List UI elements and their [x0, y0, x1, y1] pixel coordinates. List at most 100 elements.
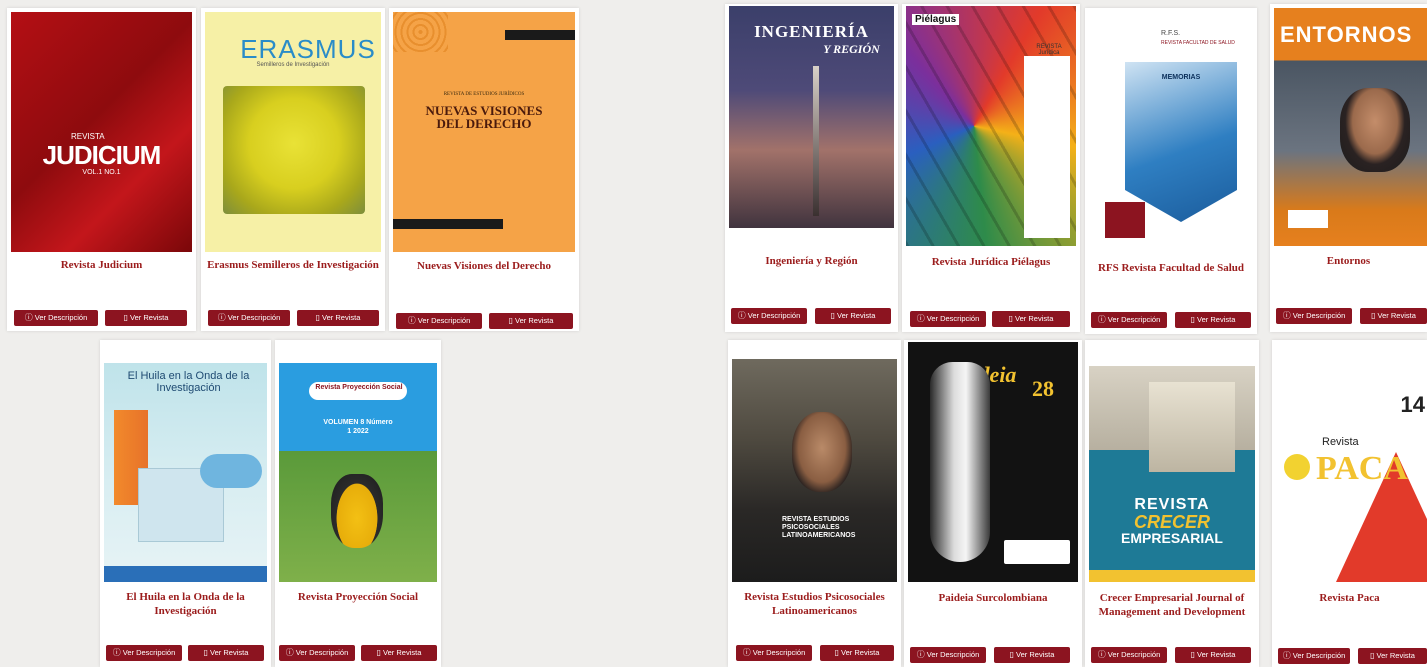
cover-mini-title: Piélagus [912, 14, 960, 25]
cover-sub: PACA [1316, 450, 1408, 487]
view-description-button[interactable]: ⓘ Ver Descripción [731, 308, 807, 324]
book-icon: ▯ [834, 648, 840, 657]
journal-title[interactable]: Entornos [1274, 254, 1423, 268]
view-journal-button[interactable]: ▯ Ver Revista [820, 645, 894, 661]
view-journal-button[interactable]: ▯ Ver Revista [994, 647, 1070, 663]
journal-title[interactable]: Revista Judicium [11, 258, 192, 272]
volume-strip [1089, 570, 1255, 582]
indexing-strip [729, 228, 894, 246]
view-description-button[interactable]: ⓘ Ver Descripción [279, 645, 355, 661]
logo-box [1288, 210, 1328, 228]
view-description-button[interactable]: ⓘ Ver Descripción [14, 310, 98, 326]
book-icon: ▯ [315, 313, 321, 322]
view-journal-button[interactable]: ▯ Ver Revista [815, 308, 891, 324]
view-journal-button[interactable]: ▯ Ver Revista [361, 645, 437, 661]
journal-card-pielagus: Piélagus Piélagus REVISTA Jurídica Revis… [902, 4, 1080, 332]
view-journal-button[interactable]: ▯ Ver Revista [105, 310, 187, 326]
journal-cover-crecer[interactable]: REVISTA CRECER EMPRESARIAL [1089, 342, 1255, 582]
journal-cover-rfs[interactable]: R.F.S. REVISTA FACULTAD DE SALUD MEMORIA… [1089, 12, 1253, 250]
journal-card-paideia: Paideia 28 Paideia Surcolombiana ⓘVer De… [904, 340, 1082, 667]
journal-cover-paca[interactable]: 14 Revista PACA [1276, 342, 1427, 582]
journal-title[interactable]: Crecer Empresarial Journal of Management… [1089, 591, 1255, 619]
figure-image [930, 362, 990, 562]
journal-cover-proyeccion-social[interactable]: Revista Proyección Social VOLUMEN 8 Núme… [279, 344, 437, 582]
view-journal-button[interactable]: ▯ Ver Revista [188, 645, 264, 661]
book-icon: ▯ [1008, 314, 1014, 323]
cover-sub: Y REGIÓN [823, 42, 880, 56]
book-icon: ▯ [1190, 650, 1196, 659]
cover-title: REVISTA ESTUDIOS PSICOSOCIALES LATINOAME… [782, 516, 856, 539]
journal-cover-huila[interactable]: El Huila en la Onda de la Investigación [104, 344, 267, 582]
glove-image [200, 454, 262, 488]
journal-cover-pielagus[interactable]: Piélagus Piélagus REVISTA Jurídica [906, 6, 1076, 246]
building-image [1149, 382, 1235, 472]
view-journal-button[interactable]: ▯ Ver Revista [992, 311, 1070, 327]
journal-title[interactable]: RFS Revista Facultad de Salud [1089, 261, 1253, 275]
info-icon: ⓘ [285, 648, 294, 657]
journal-title[interactable]: Revista Paca [1276, 591, 1423, 605]
book-icon: ▯ [1190, 315, 1196, 324]
view-journal-button[interactable]: ▯ Ver Revista [489, 313, 573, 329]
journal-card-psicosociales: REVISTA ESTUDIOS PSICOSOCIALES LATINOAME… [728, 340, 901, 667]
journal-title[interactable]: Revista Jurídica Piélagus [906, 255, 1076, 269]
pollen-image [1284, 454, 1310, 480]
view-description-button[interactable]: ⓘ Ver Descripción [910, 311, 986, 327]
black-bar [393, 219, 503, 229]
journal-cover-ingenieria[interactable]: INGENIERÍA Y REGIÓN [729, 6, 894, 246]
cover-title: NUEVAS VISIONES DEL DERECHO [425, 103, 543, 131]
journal-title[interactable]: Revista Estudios Psicosociales Latinoame… [732, 590, 897, 618]
journal-cover-psicosociales[interactable]: REVISTA ESTUDIOS PSICOSOCIALES LATINOAME… [732, 342, 897, 582]
info-icon: ⓘ [916, 314, 925, 323]
journal-title[interactable]: El Huila en la Onda de la Investigación [104, 590, 267, 618]
journal-title[interactable]: Ingeniería y Región [729, 254, 894, 268]
cover-title: ENTORNOS [1280, 22, 1413, 47]
view-description-button[interactable]: ⓘ Ver Descripción [396, 313, 482, 329]
journal-title[interactable]: Erasmus Semilleros de Investigación [205, 258, 381, 272]
view-description-button[interactable]: ⓘ Ver Descripción [910, 647, 986, 663]
book-icon: ▯ [203, 648, 209, 657]
view-description-button[interactable]: ⓘ Ver Descripción [736, 645, 812, 661]
journal-cover-nuevas-visiones[interactable]: REVISTA DE ESTUDIOS JURÍDICOS NUEVAS VIS… [393, 12, 575, 252]
view-journal-button[interactable]: ▯ Ver Revista [1358, 648, 1427, 664]
view-description-button[interactable]: ⓘ Ver Descripción [1091, 312, 1167, 328]
journal-cover-erasmus[interactable]: ERASMUS Semilleros de Investigación [205, 12, 381, 252]
cover-title: INGENIERÍA [754, 22, 869, 41]
title-band [1024, 56, 1070, 238]
book-icon: ▯ [376, 648, 382, 657]
book-icon: ▯ [1009, 650, 1015, 659]
journal-card-rfs: R.F.S. REVISTA FACULTAD DE SALUD MEMORIA… [1085, 8, 1257, 334]
journal-cover-paideia[interactable]: Paideia 28 [908, 342, 1078, 582]
book-icon: ▯ [1370, 651, 1375, 660]
journal-cover-entornos[interactable]: ENTORNOS [1274, 8, 1427, 246]
view-description-button[interactable]: ⓘ Ver Descripción [1276, 308, 1352, 324]
info-icon: ⓘ [1097, 315, 1106, 324]
view-description-button[interactable]: ⓘ Ver Descripción [1278, 648, 1350, 664]
journal-title[interactable]: Paideia Surcolombiana [908, 591, 1078, 605]
dot-pattern [393, 12, 448, 52]
journal-cover-judicium[interactable]: REVISTA JUDICIUM VOL.1 NO.1 [11, 12, 192, 252]
cover-title: ERASMUS [240, 34, 376, 64]
journal-title[interactable]: Nuevas Visiones del Derecho [393, 259, 575, 273]
journal-title[interactable]: Revista Proyección Social [279, 590, 437, 604]
view-journal-button[interactable]: ▯ Ver Revista [1175, 312, 1251, 328]
info-icon: ⓘ [1097, 650, 1106, 659]
memorias-banner [1125, 62, 1237, 222]
cover-title: Piélagus [1075, 62, 1077, 222]
cover-title: Revista [1322, 436, 1359, 448]
view-description-button[interactable]: ⓘ Ver Descripción [208, 310, 290, 326]
journal-card-ingenieria: INGENIERÍA Y REGIÓN Ingeniería y Región … [725, 4, 898, 332]
view-description-button[interactable]: ⓘ Ver Descripción [1091, 647, 1167, 663]
cover-sub: VOLUMEN 8 Número 1 2022 [323, 419, 393, 435]
supplement-box [1105, 202, 1145, 238]
info-icon: ⓘ [112, 648, 121, 657]
view-description-button[interactable]: ⓘ Ver Descripción [106, 645, 182, 661]
journal-card-nuevas-visiones: REVISTA DE ESTUDIOS JURÍDICOS NUEVAS VIS… [389, 8, 579, 331]
oil-rig-image [813, 66, 819, 216]
view-journal-button[interactable]: ▯ Ver Revista [1360, 308, 1427, 324]
journal-card-paca: 14 Revista PACA Revista Paca ⓘ Ver Descri… [1272, 340, 1427, 667]
protester-image [792, 412, 852, 492]
info-icon: ⓘ [24, 313, 33, 322]
view-journal-button[interactable]: ▯ Ver Revista [297, 310, 379, 326]
view-journal-button[interactable]: ▯ Ver Revista [1175, 647, 1251, 663]
book-icon: ▯ [123, 313, 129, 322]
